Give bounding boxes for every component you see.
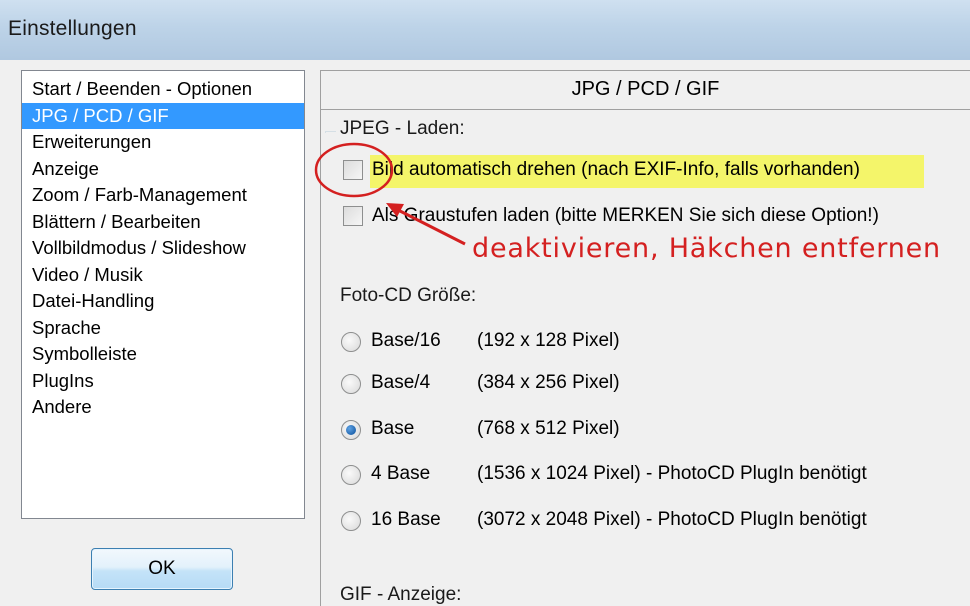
radio-4base-desc: (1536 x 1024 Pixel) - PhotoCD PlugIn ben…: [477, 463, 867, 484]
photocd-section-label: Foto-CD Größe:: [340, 285, 477, 306]
radio-base4[interactable]: [341, 374, 361, 394]
sidebar-item-sprache[interactable]: Sprache: [22, 315, 304, 342]
annotation-text: deaktivieren, Häkchen entfernen: [472, 233, 941, 264]
grayscale-label[interactable]: Als Graustufen laden (bitte MERKEN Sie s…: [372, 205, 879, 227]
sidebar-item-symbolleiste[interactable]: Symbolleiste: [22, 341, 304, 368]
radio-base16-desc: (192 x 128 Pixel): [477, 330, 620, 351]
radio-base[interactable]: [341, 420, 361, 440]
panel-header: JPG / PCD / GIF: [321, 71, 970, 110]
sidebar-item-anzeige[interactable]: Anzeige: [22, 156, 304, 183]
radio-base16-label[interactable]: Base/16: [371, 330, 441, 352]
radio-16base-label[interactable]: 16 Base: [371, 509, 441, 531]
settings-category-list[interactable]: Start / Beenden - Optionen JPG / PCD / G…: [21, 70, 305, 519]
radio-base-label[interactable]: Base: [371, 418, 414, 440]
sidebar-item-blaettern-bearbeiten[interactable]: Blättern / Bearbeiten: [22, 209, 304, 236]
radio-base4-label[interactable]: Base/4: [371, 372, 430, 394]
window-title: Einstellungen: [8, 17, 137, 40]
jpeg-group-border: [325, 131, 336, 133]
sidebar-item-plugins[interactable]: PlugIns: [22, 368, 304, 395]
radio-16base-desc: (3072 x 2048 Pixel) - PhotoCD PlugIn ben…: [477, 509, 867, 530]
panel-title: JPG / PCD / GIF: [571, 78, 720, 100]
ok-button[interactable]: OK: [91, 548, 233, 590]
sidebar-item-start-beenden[interactable]: Start / Beenden - Optionen: [22, 76, 304, 103]
grayscale-checkbox[interactable]: [343, 206, 363, 226]
title-bar: Einstellungen: [0, 0, 970, 61]
auto-rotate-label[interactable]: Bild automatisch drehen (nach EXIF-Info,…: [372, 159, 860, 181]
radio-base4-desc: (384 x 256 Pixel): [477, 372, 620, 393]
sidebar-item-datei-handling[interactable]: Datei-Handling: [22, 288, 304, 315]
gif-section-label: GIF - Anzeige:: [340, 584, 462, 605]
radio-4base[interactable]: [341, 465, 361, 485]
radio-16base[interactable]: [341, 511, 361, 531]
radio-4base-label[interactable]: 4 Base: [371, 463, 430, 485]
sidebar-item-zoom-farb-management[interactable]: Zoom / Farb-Management: [22, 182, 304, 209]
jpeg-section-label: JPEG - Laden:: [340, 118, 465, 139]
sidebar-item-vollbildmodus-slideshow[interactable]: Vollbildmodus / Slideshow: [22, 235, 304, 262]
radio-base16[interactable]: [341, 332, 361, 352]
auto-rotate-checkbox[interactable]: [343, 160, 363, 180]
sidebar-item-erweiterungen[interactable]: Erweiterungen: [22, 129, 304, 156]
sidebar-item-video-musik[interactable]: Video / Musik: [22, 262, 304, 289]
sidebar-item-andere[interactable]: Andere: [22, 394, 304, 421]
sidebar-item-jpg-pcd-gif[interactable]: JPG / PCD / GIF: [22, 102, 304, 129]
radio-base-desc: (768 x 512 Pixel): [477, 418, 620, 439]
